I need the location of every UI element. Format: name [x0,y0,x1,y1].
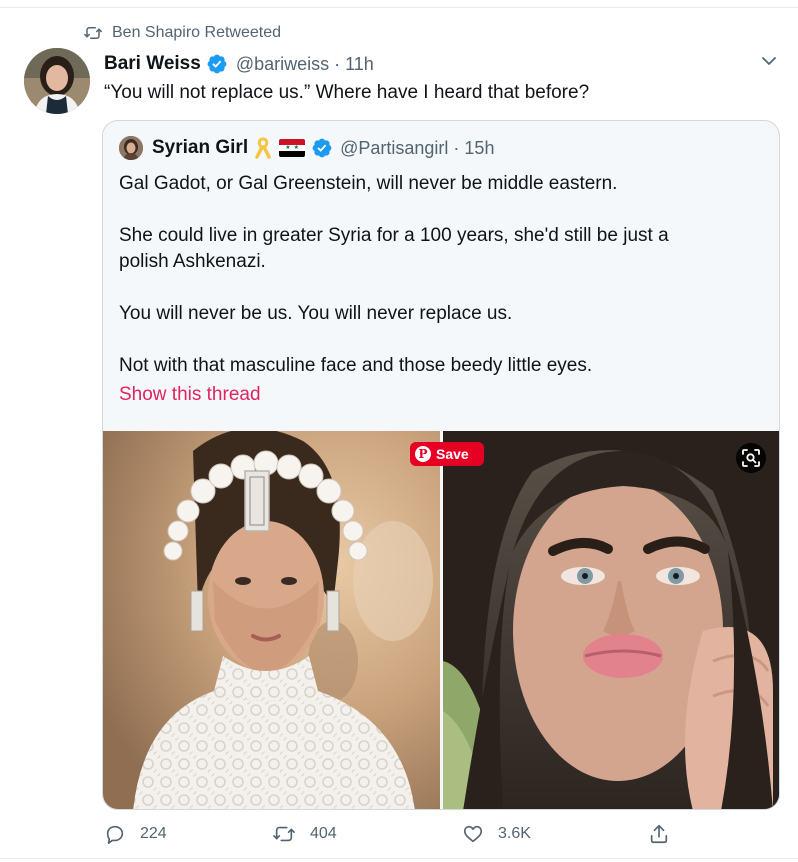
author-name[interactable]: Bari Weiss [104,53,201,75]
share-icon [650,824,668,844]
save-label: Save [436,446,469,462]
chevron-down-icon [762,57,776,65]
separator-dot: · [334,53,341,74]
heart-icon [463,825,483,843]
retweet-button[interactable]: 404 [272,820,337,848]
show-thread-link[interactable]: Show this thread [119,384,261,406]
top-divider [0,0,798,8]
quoted-photo-2[interactable] [443,431,779,809]
like-count: 3.6K [498,825,531,842]
reply-icon [106,825,124,844]
bottom-divider [0,858,798,859]
syria-flag-icon: ★ ★ [279,139,306,157]
quoted-paragraph: She could live in greater Syria for a 10… [119,225,669,272]
quoted-tweet-header: Syrian Girl ★ ★ @Partisangirl · 15h [119,136,494,160]
quoted-tweet-text: Gal Gadot, or Gal Greenstein, will never… [119,171,769,389]
quoted-author-name: Syrian Girl [152,137,249,158]
more-options-button[interactable] [756,50,782,72]
retweet-label[interactable]: Ben Shapiro Retweeted [112,24,281,42]
share-button[interactable] [648,820,684,848]
quoted-separator-dot: · [453,137,460,158]
quoted-timestamp: 15h [464,137,495,158]
visual-search-button[interactable] [736,443,766,473]
retweet-icon [273,826,295,842]
pinterest-icon: P [415,446,431,462]
yellow-ribbon-icon [254,136,272,160]
retweet-count: 404 [310,825,337,842]
quoted-verified-badge-icon [311,137,333,159]
quoted-photo-1[interactable] [103,431,440,809]
tweet-timestamp[interactable]: 11h [345,54,374,75]
tweet-header: Bari Weiss @bariweiss · 11h [104,52,374,76]
retweet-icon [82,22,104,44]
avatar[interactable] [24,48,90,114]
tweet-text: “You will not replace us.” Where have I … [104,82,590,103]
pinterest-save-button[interactable]: P Save [410,442,484,466]
reply-count: 224 [140,825,167,842]
quoted-paragraph: You will never be us. You will never rep… [119,303,513,324]
like-button[interactable]: 3.6K [462,820,531,848]
tweet-actions: 224 404 3.6K [104,820,674,848]
quoted-paragraph: Not with that masculine face and those b… [119,355,593,376]
reply-button[interactable]: 224 [104,820,167,848]
quoted-avatar [119,136,143,160]
quoted-paragraph: Gal Gadot, or Gal Greenstein, will never… [119,173,618,194]
retweet-context: Ben Shapiro Retweeted [82,22,281,44]
visual-search-icon [742,449,760,467]
quoted-author-handle: @Partisangirl [340,137,449,158]
verified-badge-icon [206,53,228,75]
author-handle[interactable]: @bariweiss [236,54,329,75]
